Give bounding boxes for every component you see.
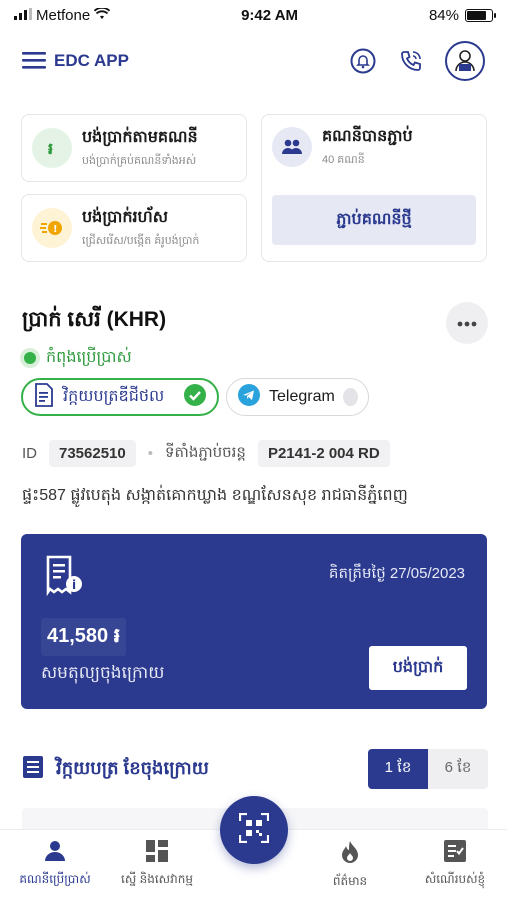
header-actions [349,41,485,81]
app-title: EDC APP [54,51,129,70]
nav-accounts[interactable]: គណនីប្រើប្រាស់ [0,840,110,889]
account-id: 73562510 [49,440,136,467]
status-left: Metfone [14,6,111,24]
person-icon [44,840,66,865]
separator-dot: • [147,445,154,462]
linked-accounts-text: គណនីបានភ្ជាប់ 40 គណនី [322,125,413,169]
nav-services-label: ស្នើ និងសេវាកម្ម [121,872,193,886]
pay-by-account-subtitle: បង់ប្រាក់គ្រប់គណនីទាំងអស់ [82,155,197,167]
clock: 9:42 AM [241,6,299,24]
link-new-account-label: ភ្ជាប់គណនីថ្មី [336,211,412,228]
check-circle-icon [183,383,207,412]
flame-icon [340,840,360,867]
einvoice-toggle[interactable]: វិក្កយបត្រឌីជីថល [21,378,219,416]
phone-call-icon[interactable] [397,47,425,75]
invoice-doc-icon [33,382,55,412]
segment-1-month[interactable]: 1 ខែ [368,749,428,789]
wifi-icon [94,6,111,24]
einvoice-label: វិក្កយបត្រឌីជីថល [63,388,165,405]
account-name: ប្រាក់ សេរី (KHR) [22,308,167,331]
status-right: 84% [428,6,496,24]
quick-pay-title: បង់ប្រាក់រហ័ស [82,209,169,226]
menu-icon[interactable] [22,51,46,74]
status-bar: Metfone 9:42 AM 84% [0,0,507,30]
bill-receipt-icon: i [43,554,87,603]
active-dot-icon [24,352,36,364]
more-options-button[interactable] [446,302,488,344]
avatar[interactable] [445,41,485,81]
checklist-icon [444,840,466,865]
money-icon: ៛ [32,128,72,168]
segment-6-months[interactable]: 6 ខែ [428,749,488,789]
svg-text:i: i [72,578,76,592]
link-new-account-button[interactable]: ភ្ជាប់គណនីថ្មី [272,195,476,245]
account-status-label: កំពុងប្រើប្រាស់ [46,349,132,366]
linked-accounts-title: គណនីបានភ្ជាប់ [322,128,413,145]
invoice-section-title: វិក្កយបត្រ ខែចុងក្រោយ [56,757,209,778]
location-label: ទីតាំងភ្ជាប់ចរន្ត [165,443,246,461]
invoice-list-icon [22,755,44,784]
nav-accounts-label: គណនីប្រើប្រាស់ [19,872,91,886]
nav-my-requests[interactable]: សំណើរបស់ខ្ញុំ [400,840,507,889]
telegram-label: Telegram [269,388,335,405]
pay-by-account-title: បង់ប្រាក់តាមគណនី [82,129,198,146]
telegram-icon [237,383,261,412]
linked-accounts-count: 40 គណនី [322,154,365,166]
balance-card: i គិតត្រឹមថ្ងៃ 27/05/2023 41,580 ៛ សមតុល… [21,534,487,709]
quick-pay-card[interactable]: ! បង់ប្រាក់រហ័ស ជ្រើសរើស/បង្កើត គំរូបង់ប… [21,194,247,262]
signal-icon [14,7,32,24]
notification-bell-icon[interactable] [349,47,377,75]
due-date: គិតត្រឹមថ្ងៃ 27/05/2023 [328,565,465,582]
balance-label: សមតុល្យចុងក្រោយ [41,663,165,682]
pay-button-label: បង់ប្រាក់ [392,659,444,676]
nav-my-requests-label: សំណើរបស់ខ្ញុំ [424,872,486,886]
battery-percent: 84% [428,6,459,24]
invoice-section-header: វិក្កយបត្រ ខែចុងក្រោយ 1 ខែ 6 ខែ [22,748,488,790]
carrier-name: Metfone [36,6,91,24]
location-code: P2141-2 004 RD [257,440,390,467]
nav-news[interactable]: ព័ត៌មាន [295,840,405,891]
qr-scan-button[interactable] [220,796,288,864]
telegram-toggle[interactable]: Telegram [226,378,369,416]
svg-text:!: ! [53,224,58,235]
account-address: ផ្ទះ587 ផ្លូវបេតុង សង្កាត់គោកឃ្លាង ខណ្ឌស… [22,487,408,504]
qr-scan-icon [238,812,270,848]
quick-pay-subtitle: ជ្រើសរើស/បង្កើត គំរូបង់ប្រាក់ [82,235,200,247]
app-header: EDC APP [0,38,507,84]
grid-icon [146,840,168,865]
toggle-off-icon [342,388,358,406]
battery-fill [466,10,486,20]
nav-news-label: ព័ត៌មាន [332,874,368,888]
pay-by-account-text: បង់ប្រាក់តាមគណនី បង់ប្រាក់គ្រប់គណនីទាំងអ… [82,126,198,170]
quick-pay-icon: ! [32,208,72,248]
more-horizontal-icon [457,314,477,332]
svg-text:៛: ៛ [48,139,53,158]
account-meta: ID 73562510 • ទីតាំងភ្ជាប់ចរន្ត P2141-2 … [22,440,390,467]
people-icon [272,127,312,167]
id-label: ID [22,445,37,462]
nav-services[interactable]: ស្នើ និងសេវាកម្ម [102,840,212,889]
linked-accounts-head: គណនីបានភ្ជាប់ 40 គណនី [272,125,476,169]
battery-icon [464,8,496,22]
pay-by-account-card[interactable]: ៛ បង់ប្រាក់តាមគណនី បង់ប្រាក់គ្រប់គណនីទាំ… [21,114,247,182]
pay-button[interactable]: បង់ប្រាក់ [369,646,467,690]
balance-amount: 41,580 ៛ [41,618,127,656]
account-status: កំពុងប្រើប្រាស់ [24,346,132,370]
linked-accounts-card: គណនីបានភ្ជាប់ 40 គណនី ភ្ជាប់គណនីថ្មី [261,114,487,262]
period-segmented-control: 1 ខែ 6 ខែ [368,749,488,789]
quick-pay-text: បង់ប្រាក់រហ័ស ជ្រើសរើស/បង្កើត គំរូបង់ប្រ… [82,206,199,250]
